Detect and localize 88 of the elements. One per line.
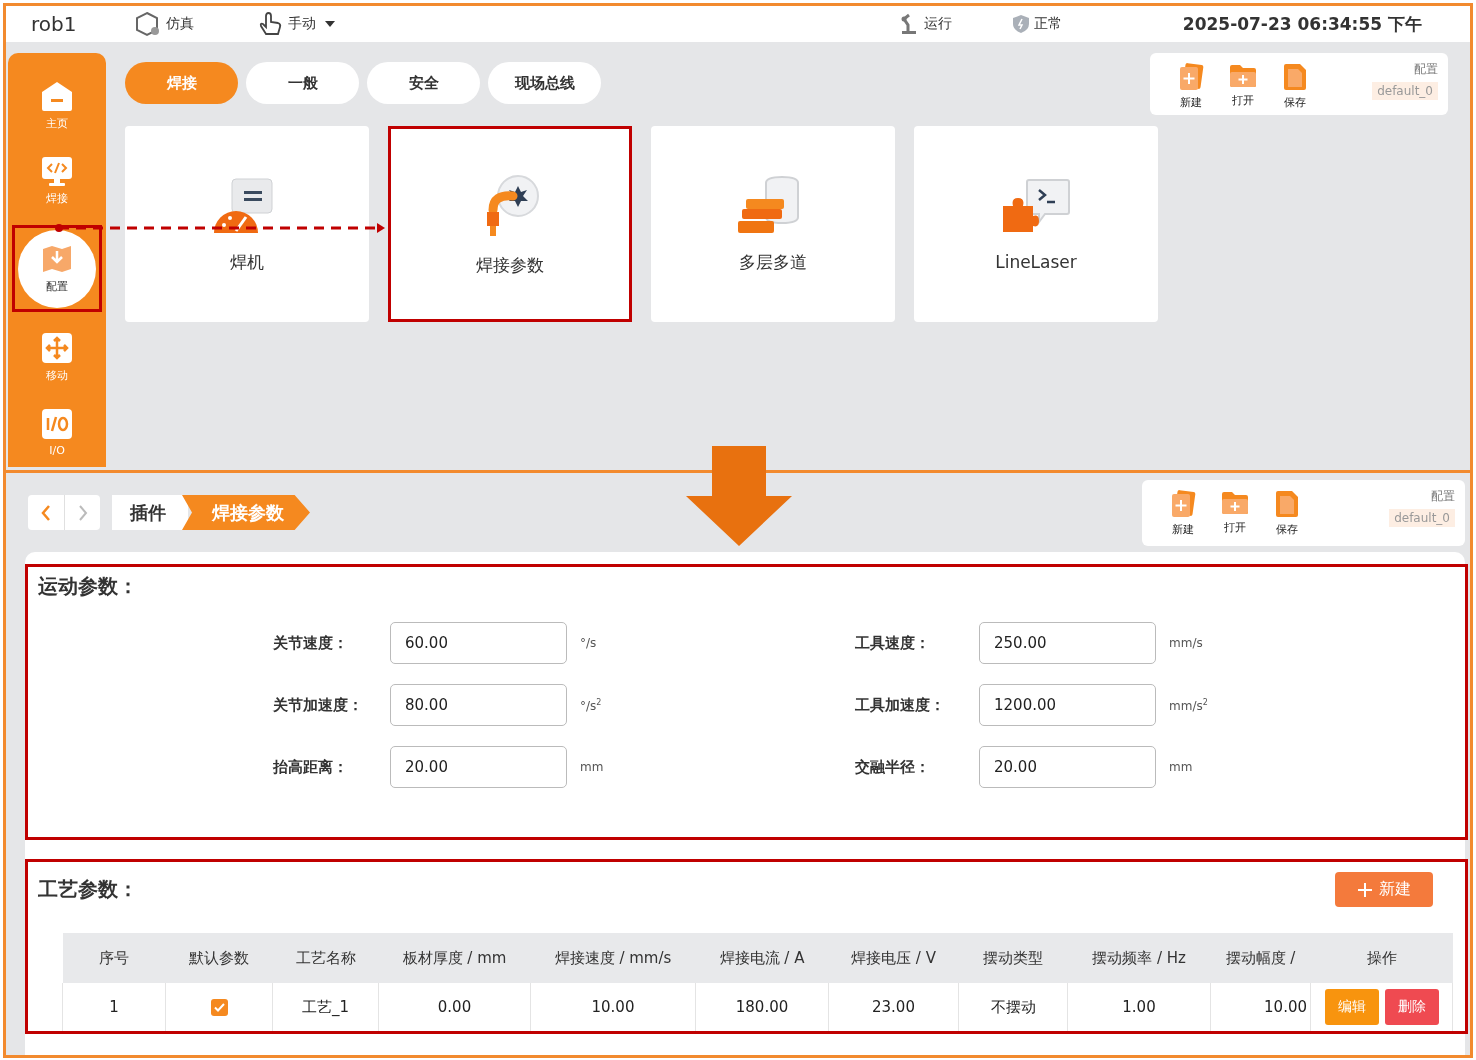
plugin-card[interactable]: LineLaser bbox=[914, 126, 1158, 322]
table-cell: 不摆动 bbox=[958, 983, 1068, 1031]
down-arrow-icon bbox=[686, 446, 792, 546]
column-header: 板材厚度 / mm bbox=[378, 933, 531, 983]
input-field[interactable]: 20.00 bbox=[390, 746, 567, 788]
unit-label: °/s bbox=[579, 636, 598, 650]
column-header: 工艺名称 bbox=[272, 933, 379, 983]
input-field[interactable]: 250.00 bbox=[979, 622, 1156, 664]
table-cell: 工艺_1 bbox=[272, 983, 379, 1031]
table-cell: 23.00 bbox=[828, 983, 959, 1031]
new-file-icon bbox=[1178, 63, 1204, 91]
robot-name: rob1 bbox=[31, 12, 78, 36]
open-button[interactable]: 打开 bbox=[1224, 63, 1262, 110]
unit-label: mm/s$^{2}$ bbox=[1168, 697, 1209, 713]
table-cell: 1.00 bbox=[1067, 983, 1211, 1031]
io-icon bbox=[40, 407, 74, 440]
table-cell: 1 bbox=[62, 983, 166, 1031]
unit-label: °/s$^{2}$ bbox=[579, 697, 603, 713]
config-label: 配置 bbox=[1414, 61, 1438, 78]
default-checkbox[interactable] bbox=[210, 999, 228, 1016]
shield-icon bbox=[1012, 14, 1030, 34]
config-label: 配置 bbox=[1431, 488, 1455, 505]
field-label: 关节速度： bbox=[273, 633, 349, 653]
open-folder-icon bbox=[1228, 63, 1258, 89]
hexagon-icon bbox=[134, 11, 162, 37]
input-field[interactable]: 20.00 bbox=[979, 746, 1156, 788]
breadcrumb-item[interactable]: 插件 bbox=[112, 495, 188, 530]
tab[interactable]: 一般 bbox=[246, 62, 359, 104]
sidebar-item[interactable]: 配置 bbox=[18, 229, 96, 308]
simulation-mode[interactable]: 仿真 bbox=[134, 11, 258, 37]
open-folder-icon bbox=[1220, 490, 1250, 516]
column-header: 焊接电压 / V bbox=[828, 933, 959, 983]
hand-icon bbox=[258, 12, 284, 36]
plugin-card[interactable]: 焊机 bbox=[125, 126, 369, 322]
plugin-card[interactable]: 焊接参数 bbox=[388, 126, 632, 322]
column-header: 焊接速度 / mm/s bbox=[530, 933, 696, 983]
card-label: 焊接参数 bbox=[476, 253, 544, 277]
new-button[interactable]: 新建 bbox=[1172, 63, 1210, 110]
column-header: 焊接电流 / A bbox=[695, 933, 829, 983]
safety-status: 正常 bbox=[1012, 14, 1062, 34]
plugin-card[interactable]: 多层多道 bbox=[651, 126, 895, 322]
field-label: 工具加速度： bbox=[855, 695, 946, 715]
run-status: 运行 bbox=[900, 13, 952, 35]
unit-label: mm/s bbox=[1168, 636, 1204, 650]
card-label: LineLaser bbox=[995, 252, 1077, 272]
column-header: 摆动类型 bbox=[958, 933, 1068, 983]
delete-button[interactable]: 删除 bbox=[1384, 989, 1439, 1025]
move-arrows-icon bbox=[40, 331, 74, 364]
plus-icon bbox=[1357, 881, 1373, 898]
card-label: 多层多道 bbox=[739, 250, 807, 274]
unit-label: mm bbox=[579, 760, 605, 774]
field-label: 关节加速度： bbox=[273, 695, 364, 715]
column-header: 操作 bbox=[1310, 933, 1453, 983]
card-label: 焊机 bbox=[230, 250, 264, 274]
field-label: 工具速度： bbox=[855, 633, 931, 653]
control-mode-dropdown[interactable]: 手动 bbox=[258, 12, 338, 36]
download-box-icon bbox=[40, 243, 74, 275]
checkmark-icon bbox=[213, 1003, 225, 1012]
new-button[interactable]: 新建 bbox=[1164, 490, 1202, 537]
save-button[interactable]: 保存 bbox=[1268, 490, 1306, 537]
input-field[interactable]: 80.00 bbox=[390, 684, 567, 726]
section-title: 工艺参数： bbox=[38, 876, 138, 903]
tab[interactable]: 安全 bbox=[367, 62, 480, 104]
chevron-right-icon bbox=[76, 503, 89, 522]
input-field[interactable]: 1200.00 bbox=[979, 684, 1156, 726]
home-icon bbox=[40, 79, 74, 112]
tab[interactable]: 现场总线 bbox=[488, 62, 601, 104]
column-header: 摆动频率 / Hz bbox=[1067, 933, 1211, 983]
table-cell: 10.00 bbox=[530, 983, 696, 1031]
field-label: 抬高距离： bbox=[273, 757, 349, 777]
save-file-icon bbox=[1274, 490, 1300, 518]
section-title: 运动参数： bbox=[38, 573, 139, 600]
date-time: 2025-07-23 06:34:55 下午 bbox=[1182, 12, 1422, 36]
save-file-icon bbox=[1282, 63, 1308, 91]
table-cell: 0.00 bbox=[378, 983, 531, 1031]
chevron-left-icon bbox=[40, 503, 52, 522]
column-header: 摆动幅度 / bbox=[1210, 933, 1311, 983]
field-label: 交融半径： bbox=[855, 757, 931, 777]
unit-label: mm bbox=[1168, 760, 1194, 774]
table-cell: 10.00 bbox=[1210, 983, 1311, 1031]
column-header: 序号 bbox=[62, 933, 166, 983]
table-cell: 180.00 bbox=[695, 983, 829, 1031]
input-field[interactable]: 60.00 bbox=[390, 622, 567, 664]
column-header: 默认参数 bbox=[165, 933, 273, 983]
open-button[interactable]: 打开 bbox=[1216, 490, 1254, 537]
new-file-icon bbox=[1170, 490, 1196, 518]
code-monitor-icon bbox=[40, 154, 74, 187]
save-button[interactable]: 保存 bbox=[1276, 63, 1314, 110]
